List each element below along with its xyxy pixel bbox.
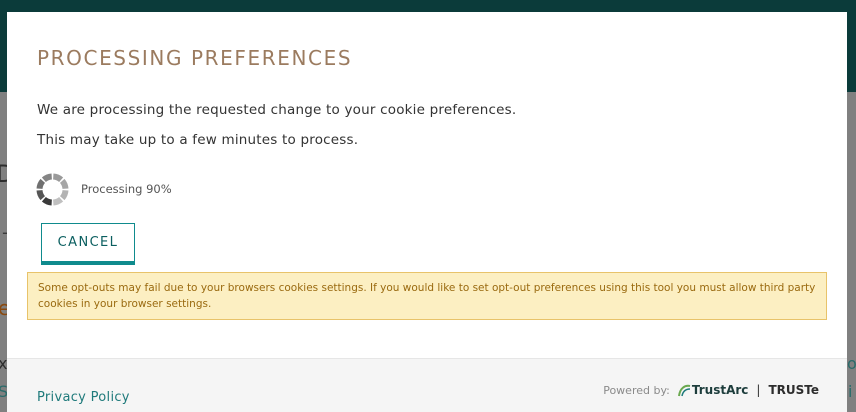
dialog-message-processing: We are processing the requested change t… xyxy=(37,102,517,118)
truste-brand-text: TRUSTe xyxy=(768,383,819,397)
powered-by: Powered by: TrustArc | TRUSTe xyxy=(603,383,819,397)
dialog-message-wait: This may take up to a few minutes to pro… xyxy=(37,132,359,148)
spinner-segment xyxy=(36,190,46,201)
dialog-title: PROCESSING PREFERENCES xyxy=(37,46,353,70)
spinner-segment xyxy=(41,173,52,183)
powered-by-label: Powered by: xyxy=(603,383,670,397)
trustarc-brand-text: TrustArc xyxy=(691,383,749,397)
trustarc-logo[interactable]: TrustArc xyxy=(677,383,749,397)
spinner-segment xyxy=(59,190,69,201)
cancel-button[interactable]: CANCEL xyxy=(41,223,135,265)
brand-separator: | xyxy=(756,383,761,397)
trustarc-logo-icon xyxy=(677,384,691,396)
dialog-footer: Privacy Policy Powered by: TrustArc | TR… xyxy=(7,358,847,412)
spinner-segment xyxy=(36,178,46,189)
progress-label: Processing 90% xyxy=(81,182,172,196)
privacy-policy-link[interactable]: Privacy Policy xyxy=(37,390,130,405)
spinner-segment xyxy=(53,173,64,183)
spinner-segment xyxy=(53,196,64,206)
background-fragment: i xyxy=(848,382,853,401)
processing-preferences-dialog: PROCESSING PREFERENCES We are processing… xyxy=(7,12,847,412)
cookie-warning-banner: Some opt-outs may fail due to your brows… xyxy=(27,272,827,320)
spinner-segment xyxy=(41,196,52,206)
spinner-segment xyxy=(59,178,69,189)
loading-spinner-icon xyxy=(36,173,69,206)
background-fragment: o xyxy=(847,354,856,373)
